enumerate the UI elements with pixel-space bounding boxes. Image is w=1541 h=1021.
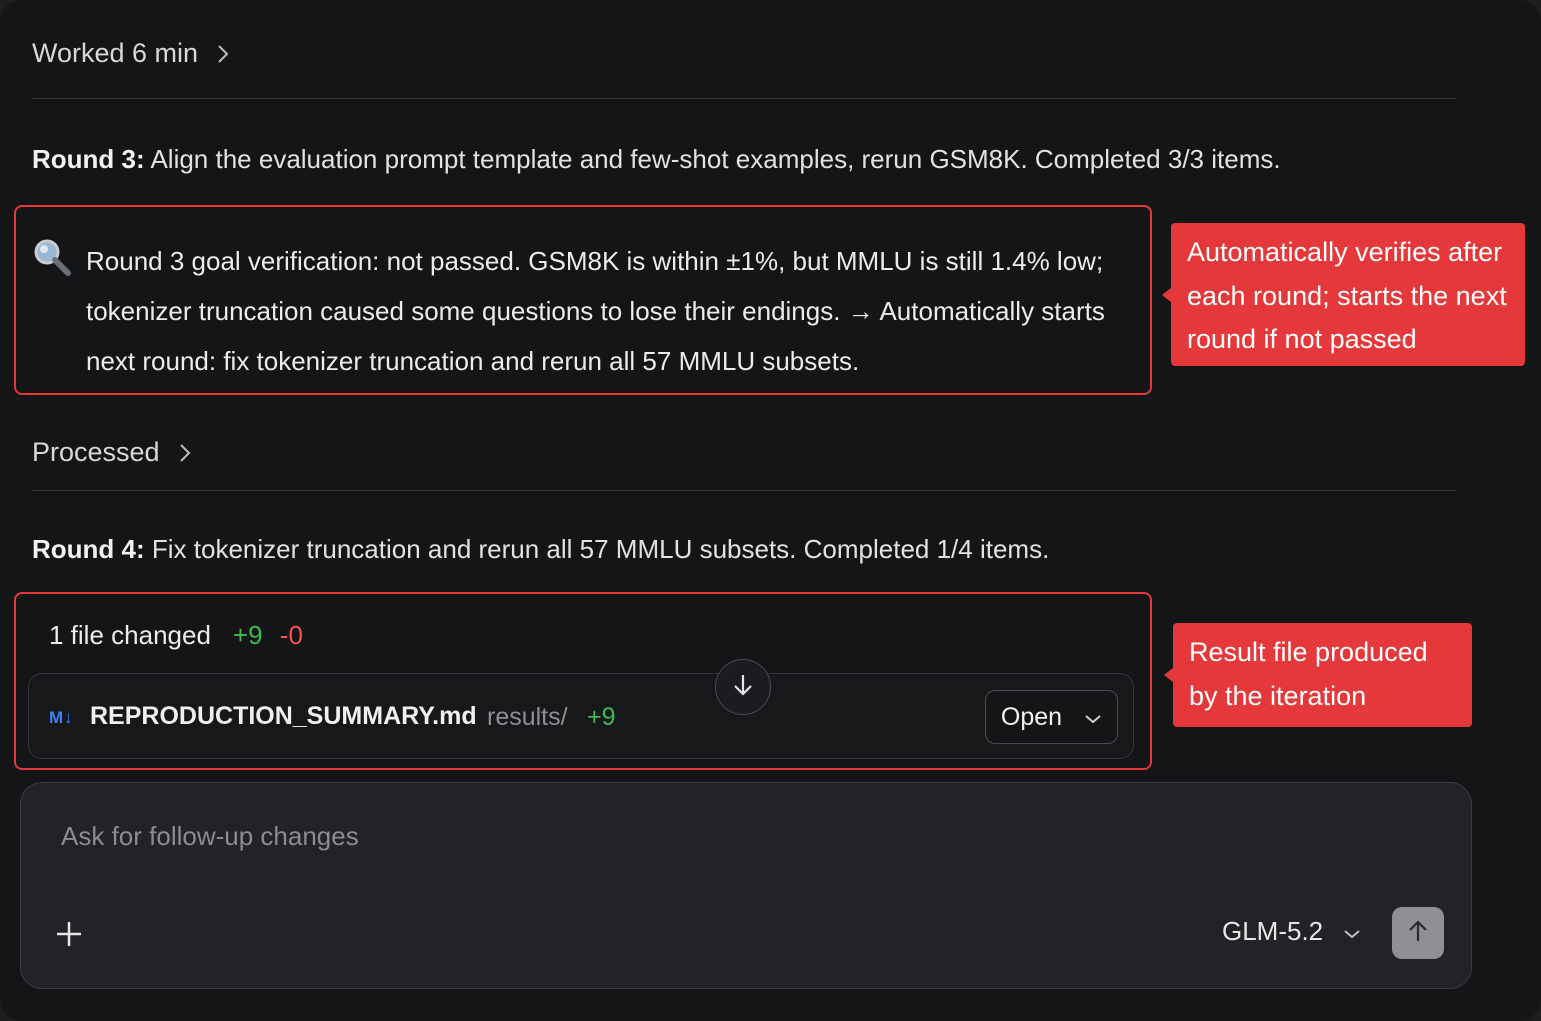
verification-text: Round 3 goal verification: not passed. G… bbox=[86, 246, 1105, 376]
worked-toggle[interactable]: Worked 6 min bbox=[32, 38, 230, 69]
round-3-prefix: Round 3: bbox=[32, 144, 145, 174]
file-additions: +9 bbox=[587, 703, 616, 731]
chevron-down-icon bbox=[1343, 916, 1361, 947]
callout-result: Result file produced by the iteration bbox=[1164, 623, 1472, 727]
plus-icon[interactable] bbox=[54, 919, 84, 949]
file-path: results/ bbox=[487, 703, 568, 731]
chevron-right-icon bbox=[178, 442, 192, 464]
open-button-label: Open bbox=[1000, 702, 1063, 731]
divider bbox=[32, 98, 1456, 99]
round-3-text: Align the evaluation prompt template and… bbox=[150, 144, 1281, 174]
callout-verify: Automatically verifies after each round;… bbox=[1162, 223, 1525, 366]
round-4-summary: Round 4: Fix tokenizer truncation and re… bbox=[32, 534, 1049, 565]
model-selector[interactable]: GLM-5.2 bbox=[1222, 916, 1361, 947]
changes-header: 1 file changed +9 -0 bbox=[49, 620, 303, 651]
arrow-up-icon bbox=[1407, 918, 1429, 949]
processed-toggle[interactable]: Processed bbox=[32, 437, 192, 468]
processed-label: Processed bbox=[32, 437, 160, 467]
worked-label: Worked 6 min bbox=[32, 38, 199, 68]
model-name: GLM-5.2 bbox=[1222, 916, 1324, 946]
round-3-summary: Round 3: Align the evaluation prompt tem… bbox=[32, 144, 1281, 175]
composer: GLM-5.2 bbox=[20, 782, 1472, 989]
changes-deletions: -0 bbox=[279, 620, 303, 650]
changed-file-row[interactable]: M↓ REPRODUCTION_SUMMARY.md results/ +9 O… bbox=[28, 673, 1134, 759]
round-4-prefix: Round 4: bbox=[32, 534, 145, 564]
markdown-file-icon: M↓ bbox=[49, 708, 74, 727]
arrow-down-icon bbox=[732, 672, 754, 703]
magnifier-icon bbox=[32, 237, 72, 277]
open-button[interactable]: Open bbox=[985, 690, 1118, 744]
chevron-right-icon bbox=[216, 43, 230, 65]
send-button[interactable] bbox=[1392, 907, 1444, 959]
changes-additions: +9 bbox=[232, 620, 263, 650]
chevron-down-icon bbox=[1084, 703, 1102, 732]
divider bbox=[32, 490, 1456, 491]
follow-up-input[interactable] bbox=[59, 817, 1163, 855]
scroll-to-bottom-button[interactable] bbox=[715, 659, 771, 715]
changes-summary: 1 file changed bbox=[49, 620, 211, 650]
round-4-text: Fix tokenizer truncation and rerun all 5… bbox=[151, 534, 1050, 564]
file-name[interactable]: REPRODUCTION_SUMMARY.md bbox=[90, 702, 477, 731]
chat-panel: Worked 6 min Round 3: Align the evaluati… bbox=[0, 0, 1541, 1021]
